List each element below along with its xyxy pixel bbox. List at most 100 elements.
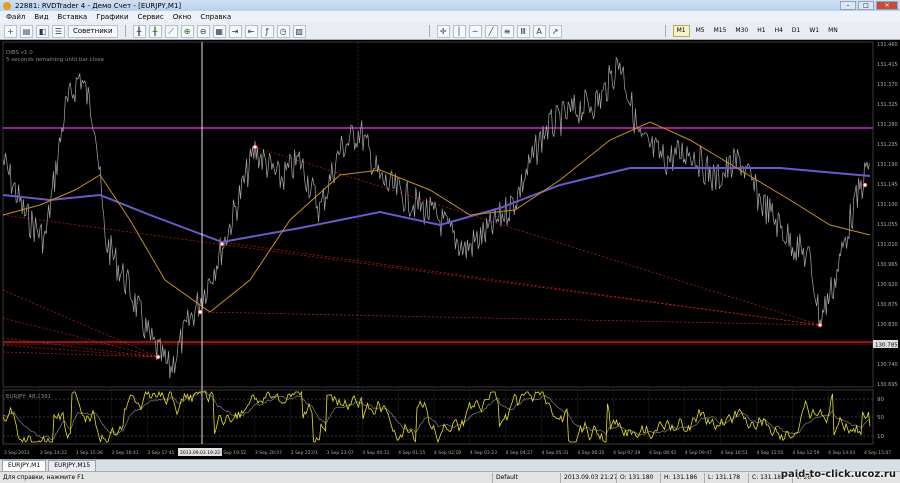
time-axis: 3 Sep 2013 3 Sep 14:22 3 Sep 15:36 3 Sep 16… bbox=[4, 448, 891, 456]
fan-line bbox=[221, 241, 821, 326]
fan-line bbox=[2, 337, 159, 358]
arrow-tool-icon[interactable]: ↗ bbox=[548, 24, 562, 38]
timeframe-h1[interactable]: H1 bbox=[754, 25, 768, 37]
time-axis-label: 4 Sep 06:35 bbox=[577, 450, 604, 456]
profiles-icon[interactable]: ▤ bbox=[20, 24, 33, 38]
trendline-icon[interactable]: ╱ bbox=[484, 24, 498, 38]
price-axis-label: 131.415 bbox=[877, 62, 898, 68]
title-bar: 22881: RVDTrader 4 - Демо Счет - [EURJPY… bbox=[0, 0, 900, 11]
pivot-marker bbox=[197, 309, 203, 315]
oscillator-signal-series bbox=[2, 390, 871, 441]
fan-line bbox=[2, 214, 821, 326]
price-axis-label: 130.920 bbox=[877, 282, 898, 288]
tab-eurjpy-m1[interactable]: EURJPY,M1 bbox=[2, 460, 47, 471]
advisors-button[interactable]: Советники bbox=[68, 24, 118, 38]
timeframe-m1[interactable]: M1 bbox=[672, 25, 690, 37]
price-chart[interactable]: DIBS v1.0 5 seconds remaining until bar … bbox=[0, 40, 900, 459]
timeframe-m30[interactable]: M30 bbox=[732, 25, 751, 37]
menu-insert[interactable]: Вставка bbox=[58, 13, 88, 21]
price-axis-label: 131.190 bbox=[877, 162, 898, 168]
zoom-out-icon[interactable]: ⊖ bbox=[196, 24, 210, 38]
indicators-icon[interactable]: ƒ bbox=[260, 24, 274, 38]
tile-windows-icon[interactable]: ▦ bbox=[212, 24, 226, 38]
close-button[interactable]: ✕ bbox=[876, 1, 898, 10]
zoom-in-icon[interactable]: ⊕ bbox=[180, 24, 194, 38]
vertical-grid bbox=[3, 387, 865, 444]
timeframe-w1[interactable]: W1 bbox=[806, 25, 822, 37]
time-axis-label: 2013.09.03 19:22 bbox=[180, 450, 220, 456]
crosshair-icon[interactable]: ✛ bbox=[436, 24, 450, 38]
price-axis-label: 130.740 bbox=[877, 362, 898, 368]
osc-axis-label-mid: 50 bbox=[877, 415, 884, 421]
time-axis-label: 3 Sep 20:57 bbox=[255, 450, 282, 456]
time-axis-label: 3 Sep 19:52 bbox=[219, 450, 246, 456]
price-axis-label: 131.370 bbox=[877, 82, 898, 88]
bar-chart-icon[interactable]: ╫ bbox=[132, 24, 146, 38]
status-low: L: 131.178 bbox=[704, 473, 740, 483]
time-axis-label: 4 Sep 07:39 bbox=[613, 450, 640, 456]
new-chart-icon[interactable]: + bbox=[4, 24, 17, 38]
time-axis-label: 3 Sep 22:01 bbox=[291, 450, 318, 456]
line-chart-icon[interactable]: ⟋ bbox=[164, 24, 178, 38]
price-axis-label: 131.460 bbox=[877, 42, 898, 48]
time-axis-label: 4 Sep 12:59 bbox=[792, 450, 819, 456]
minimize-button[interactable]: – bbox=[840, 1, 856, 10]
menu-tools[interactable]: Сервис bbox=[138, 13, 164, 21]
pivot-marker bbox=[155, 354, 161, 360]
status-close: C: 131.184 bbox=[748, 473, 785, 483]
menu-view[interactable]: Вид bbox=[34, 13, 48, 21]
pivot-marker bbox=[862, 182, 868, 188]
price-axis-label: 131.055 bbox=[877, 222, 898, 228]
price-axis-label: 130.830 bbox=[877, 322, 898, 328]
price-axis-label: 131.145 bbox=[877, 182, 898, 188]
time-axis-label: 4 Sep 03:23 bbox=[470, 450, 497, 456]
timeframe-d1[interactable]: D1 bbox=[789, 25, 803, 37]
timeframe-h4[interactable]: H4 bbox=[772, 25, 786, 37]
horizontal-line-icon[interactable]: ─ bbox=[468, 24, 482, 38]
periods-icon[interactable]: ◷ bbox=[276, 24, 290, 38]
market-watch-icon[interactable]: ◧ bbox=[36, 24, 49, 38]
chart-window[interactable]: DIBS v1.0 5 seconds remaining until bar … bbox=[0, 40, 900, 459]
pivot-marker bbox=[817, 322, 823, 328]
time-axis-label: 3 Sep 15:36 bbox=[76, 450, 103, 456]
price-axis-label: 130.695 bbox=[877, 382, 898, 388]
timeframe-m15[interactable]: M15 bbox=[711, 25, 730, 37]
vertical-line-icon[interactable]: │ bbox=[452, 24, 466, 38]
timeframe-m5[interactable]: M5 bbox=[693, 25, 708, 37]
osc-axis-label-high: 90 bbox=[877, 397, 884, 403]
oscillator-pane-frame bbox=[2, 389, 874, 445]
toolbar: + ▤ ◧ ☰ Советники ╫ ╂ ⟋ ⊕ ⊖ ▦ ⇥ ⇤ ƒ ◷ ▧ … bbox=[0, 23, 900, 40]
menu-window[interactable]: Окно bbox=[173, 13, 192, 21]
main-pane-frame bbox=[2, 41, 874, 388]
time-axis-label: 4 Sep 10:51 bbox=[721, 450, 748, 456]
fan-lines bbox=[2, 146, 821, 358]
templates-icon[interactable]: ▧ bbox=[292, 24, 306, 38]
status-high: H: 131.186 bbox=[660, 473, 697, 483]
time-axis-label: 4 Sep 09:47 bbox=[685, 450, 712, 456]
channel-icon[interactable]: ≡ bbox=[500, 24, 514, 38]
menu-file[interactable]: Файл bbox=[6, 13, 25, 21]
status-profile: Default bbox=[492, 473, 518, 483]
time-axis-label: 3 Sep 17:45 bbox=[147, 450, 174, 456]
maximize-button[interactable]: □ bbox=[858, 1, 874, 10]
price-axis-label: 130.965 bbox=[877, 262, 898, 268]
autoscroll-icon[interactable]: ⇤ bbox=[244, 24, 258, 38]
time-axis-label: 3 Sep 23:07 bbox=[327, 450, 354, 456]
fibonacci-icon[interactable]: Ⅲ bbox=[516, 24, 530, 38]
candlestick-icon[interactable]: ╂ bbox=[148, 24, 162, 38]
ma-fast-series bbox=[2, 121, 871, 313]
price-axis-label: 131.325 bbox=[877, 102, 898, 108]
pivot-marker bbox=[219, 241, 225, 247]
menu-charts[interactable]: Графики bbox=[96, 13, 128, 21]
tab-eurjpy-m15[interactable]: EURJPY,M15 bbox=[48, 460, 97, 471]
status-help: Для справки, нажмите F1 bbox=[3, 474, 85, 481]
time-axis-label: 4 Sep 11:55 bbox=[757, 450, 784, 456]
timeframe-mn[interactable]: MN bbox=[825, 25, 841, 37]
menu-help[interactable]: Справка bbox=[200, 13, 231, 21]
chart-shift-icon[interactable]: ⇥ bbox=[228, 24, 242, 38]
navigator-icon[interactable]: ☰ bbox=[52, 24, 65, 38]
text-tool-icon[interactable]: A bbox=[532, 24, 546, 38]
current-price-label: 130.785 bbox=[875, 343, 898, 349]
app-icon bbox=[3, 1, 11, 10]
toolbar-separator bbox=[124, 25, 126, 37]
